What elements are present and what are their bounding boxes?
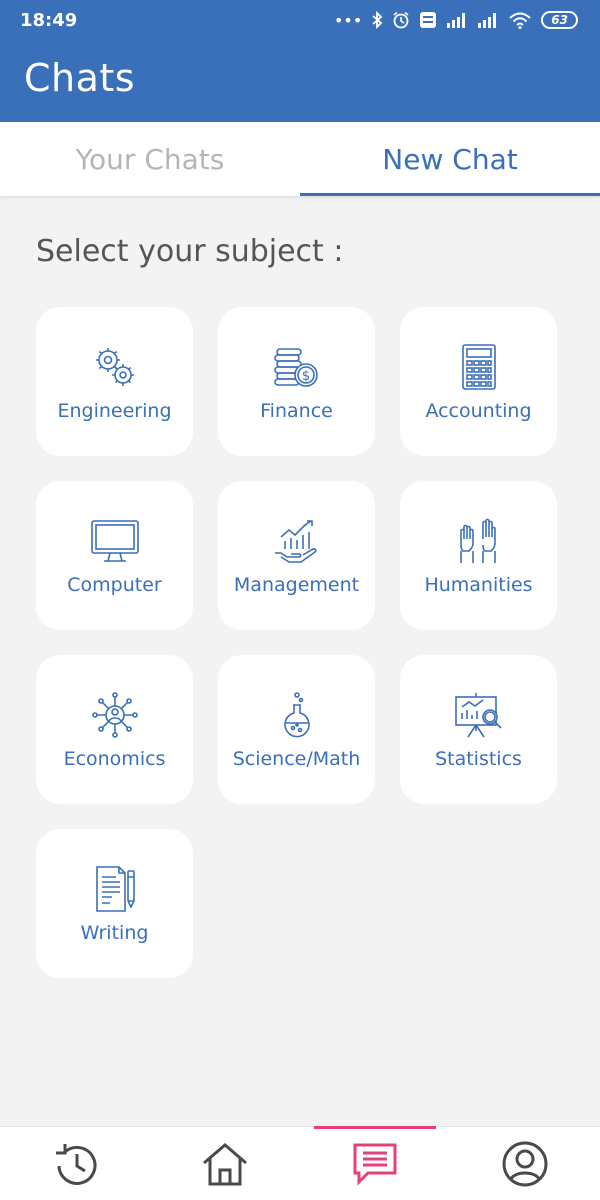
- status-icons: ••• 63: [334, 11, 578, 30]
- flask-icon: [272, 690, 322, 740]
- wifi-icon: [509, 12, 531, 29]
- subject-label: Computer: [67, 573, 162, 596]
- monitor-icon: [90, 516, 140, 566]
- subject-card-accounting[interactable]: Accounting: [400, 307, 557, 456]
- home-icon: [203, 1142, 247, 1185]
- signal-2-icon: [478, 13, 497, 28]
- more-notifications-icon: •••: [333, 10, 363, 30]
- subject-grid: Engineering $ Finance Accounting Compute…: [36, 307, 558, 978]
- subject-card-writing[interactable]: Writing: [36, 829, 193, 978]
- subject-card-science-math[interactable]: Science/Math: [218, 655, 375, 804]
- volte-icon: [420, 12, 437, 28]
- growth-chart-hand-icon: [272, 516, 322, 566]
- nav-profile[interactable]: [450, 1127, 600, 1200]
- battery-indicator: 63: [541, 11, 578, 29]
- subject-label: Science/Math: [232, 747, 361, 770]
- nav-home[interactable]: [150, 1127, 300, 1200]
- raised-hands-icon: [454, 516, 504, 566]
- bottom-nav: [0, 1126, 600, 1200]
- subject-label: Finance: [260, 399, 333, 422]
- subject-label: Economics: [63, 747, 166, 770]
- chat-icon: [353, 1143, 397, 1186]
- subject-card-management[interactable]: Management: [218, 481, 375, 630]
- page-title: Chats: [24, 56, 136, 100]
- signal-1-icon: [447, 13, 466, 28]
- svg-text:$: $: [301, 369, 309, 384]
- subject-card-economics[interactable]: Economics: [36, 655, 193, 804]
- tab-new-chat[interactable]: New Chat: [300, 122, 600, 196]
- subject-label: Engineering: [57, 399, 172, 422]
- subject-label: Writing: [80, 921, 149, 944]
- app-header: 18:49 ••• 63 Chats: [0, 0, 600, 122]
- calculator-icon: [454, 342, 504, 392]
- coins-icon: $: [272, 342, 322, 392]
- document-pen-icon: [90, 864, 140, 914]
- alarm-icon: [393, 11, 409, 29]
- profile-icon: [502, 1141, 548, 1186]
- subject-card-statistics[interactable]: Statistics: [400, 655, 557, 804]
- chat-tabs: Your Chats New Chat: [0, 122, 600, 196]
- subject-label: Humanities: [424, 573, 533, 596]
- nav-history[interactable]: [0, 1127, 150, 1200]
- network-person-icon: [90, 690, 140, 740]
- subject-card-humanities[interactable]: Humanities: [400, 481, 557, 630]
- history-icon: [56, 1143, 97, 1185]
- subject-card-computer[interactable]: Computer: [36, 481, 193, 630]
- subject-card-engineering[interactable]: Engineering: [36, 307, 193, 456]
- section-title: Select your subject :: [36, 234, 344, 269]
- nav-chat[interactable]: [300, 1126, 450, 1200]
- bluetooth-icon: [372, 11, 383, 29]
- subject-label: Management: [233, 573, 360, 596]
- subject-label: Accounting: [425, 399, 532, 422]
- status-bar: 18:49 ••• 63: [0, 0, 600, 40]
- gears-icon: [90, 342, 140, 392]
- presentation-board-icon: [454, 690, 504, 740]
- subject-card-finance[interactable]: $ Finance: [218, 307, 375, 456]
- subject-label: Statistics: [435, 747, 522, 770]
- status-time: 18:49: [20, 9, 78, 31]
- tab-your-chats[interactable]: Your Chats: [0, 122, 300, 196]
